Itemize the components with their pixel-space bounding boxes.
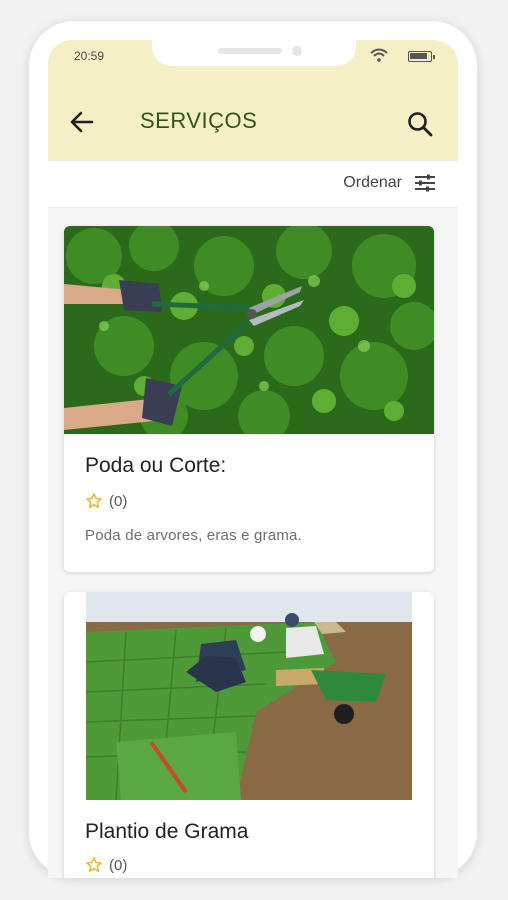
arrow-left-icon	[70, 111, 94, 133]
sort-label: Ordenar	[343, 174, 402, 191]
app-screen: 20:59 SERVIÇOS Ordenar Poda ou Corte: (0…	[48, 40, 458, 878]
service-description: Poda de arvores, eras e grama.	[85, 527, 302, 544]
status-time: 20:59	[74, 49, 105, 63]
sort-button[interactable]: Ordenar	[343, 173, 436, 193]
service-title: Poda ou Corte:	[85, 454, 227, 477]
service-card[interactable]: Poda ou Corte: (0) Poda de arvores, eras…	[64, 226, 434, 572]
phone-frame: 20:59 SERVIÇOS Ordenar Poda ou Corte: (0…	[28, 20, 478, 878]
page-title: SERVIÇOS	[140, 108, 258, 133]
service-title: Plantio de Grama	[85, 820, 249, 843]
grass-planting-photo	[86, 592, 412, 800]
sort-bar: Ordenar	[48, 160, 458, 208]
star-icon	[86, 857, 102, 873]
rating: (0)	[85, 856, 127, 874]
front-camera	[292, 46, 302, 56]
camera-notch	[152, 40, 356, 66]
services-list: Poda ou Corte: (0) Poda de arvores, eras…	[48, 208, 458, 878]
search-button[interactable]	[406, 110, 434, 138]
rating: (0)	[85, 492, 127, 510]
app-bar: 20:59 SERVIÇOS	[48, 40, 458, 160]
sliders-icon	[415, 174, 435, 192]
wifi-icon	[370, 48, 388, 62]
back-button[interactable]	[68, 110, 96, 134]
star-icon	[86, 493, 102, 509]
rating-count: (0)	[109, 856, 128, 874]
search-icon	[408, 112, 433, 137]
service-card[interactable]: Plantio de Grama (0)	[64, 592, 434, 878]
rating-count: (0)	[109, 492, 128, 510]
speaker-grille	[218, 48, 282, 54]
battery-icon	[408, 51, 435, 62]
hedge-trimming-photo	[64, 226, 434, 434]
